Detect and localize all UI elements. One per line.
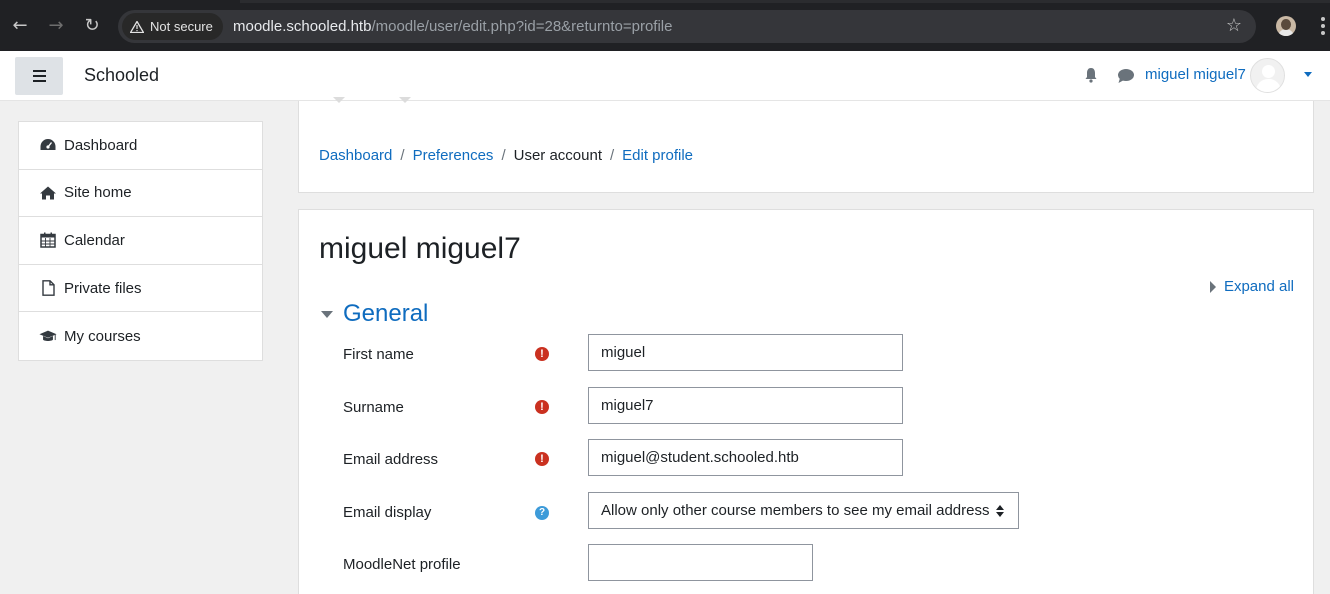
section-general-title: General <box>343 300 429 327</box>
site-navbar: Schooled miguel miguel7 <box>0 51 1330 101</box>
graduation-cap-icon <box>39 330 57 342</box>
breadcrumb-separator: / <box>609 147 615 164</box>
calendar-icon <box>40 232 56 249</box>
nav-item-dashboard[interactable]: Dashboard <box>19 122 262 170</box>
reload-icon[interactable]: ↻ <box>81 15 103 37</box>
bookmark-star-icon[interactable]: ☆ <box>1224 16 1244 36</box>
required-icon: ! <box>535 347 549 361</box>
chevron-down-icon[interactable] <box>1304 72 1312 77</box>
help-icon[interactable]: ? <box>535 506 549 520</box>
breadcrumb-edit-profile[interactable]: Edit profile <box>622 147 693 164</box>
expand-all-link[interactable]: Expand all <box>1209 278 1294 295</box>
page-header: Dashboard / Preferences / User account / Edit … <box>298 97 1314 193</box>
email-field[interactable]: miguel@student.schooled.htb <box>588 439 903 476</box>
page-title: miguel miguel7 <box>319 232 521 265</box>
messages-icon[interactable] <box>1117 68 1135 84</box>
expand-all-label: Expand all <box>1223 278 1294 295</box>
required-icon: ! <box>535 452 549 466</box>
notification-bell-icon[interactable] <box>1083 67 1099 83</box>
email-display-label: Email display <box>343 504 432 521</box>
warning-icon <box>130 20 144 33</box>
surname-field[interactable]: miguel7 <box>588 387 903 424</box>
url-host: moodle.schooled.htb <box>233 18 372 35</box>
select-arrows-icon <box>996 505 1004 517</box>
dashboard-icon <box>40 139 56 151</box>
back-arrow-icon[interactable]: ← <box>9 15 31 37</box>
collapse-caret-icon <box>321 310 333 318</box>
user-avatar[interactable] <box>1250 58 1285 93</box>
nav-list: Dashboard Site home Calendar Private fil… <box>18 121 263 361</box>
email-display-select[interactable]: Allow only other course members to see m… <box>588 492 1019 529</box>
breadcrumb-separator: / <box>400 147 405 164</box>
nav-item-label: My courses <box>64 327 141 345</box>
forward-arrow-icon[interactable]: → <box>45 15 67 37</box>
expand-caret-icon <box>1209 280 1216 293</box>
hamburger-icon <box>33 70 46 72</box>
form-row-email: Email address ! miguel@student.schooled.… <box>343 439 1293 489</box>
form-row-moodlenet: MoodleNet profile <box>343 544 1293 594</box>
file-icon <box>42 280 55 296</box>
breadcrumb-separator: / <box>501 147 506 164</box>
nav-item-label: Site home <box>64 184 132 202</box>
drawer-toggle-button[interactable] <box>15 57 63 95</box>
browser-menu-icon[interactable] <box>1316 17 1330 37</box>
url-text[interactable]: moodle.schooled.htb/moodle/user/edit.php… <box>233 10 672 43</box>
tab-strip <box>0 0 1330 3</box>
edit-profile-card: miguel miguel7 Expand all General First … <box>298 209 1314 594</box>
first-name-field[interactable]: miguel <box>588 334 903 371</box>
nav-item-label: Calendar <box>64 231 125 249</box>
security-indicator[interactable]: Not secure <box>122 13 223 40</box>
security-label: Not secure <box>150 19 213 34</box>
header-decoration <box>333 97 411 103</box>
moodlenet-field[interactable] <box>588 544 813 581</box>
form-row-surname: Surname ! miguel7 <box>343 387 1293 437</box>
url-path: /moodle/user/edit.php?id=28&returnto=pro… <box>371 18 673 35</box>
nav-item-my-courses[interactable]: My courses <box>19 312 262 360</box>
nav-item-label: Private files <box>64 279 142 297</box>
breadcrumb-preferences[interactable]: Preferences <box>413 147 494 164</box>
nav-item-label: Dashboard <box>64 136 138 154</box>
nav-item-calendar[interactable]: Calendar <box>19 217 262 265</box>
email-label: Email address <box>343 451 439 468</box>
form-row-email-display: Email display ? Allow only other course … <box>343 492 1293 542</box>
surname-label: Surname <box>343 399 404 416</box>
breadcrumb-user-account: User account <box>513 147 602 164</box>
user-menu-name[interactable]: miguel miguel7 <box>1145 66 1246 83</box>
address-bar[interactable]: Not secure moodle.schooled.htb/moodle/us… <box>118 10 1256 43</box>
browser-profile-icon[interactable] <box>1276 16 1296 36</box>
breadcrumb-dashboard[interactable]: Dashboard <box>319 147 392 164</box>
breadcrumb: Dashboard / Preferences / User account / Edit … <box>319 147 693 164</box>
first-name-label: First name <box>343 346 414 363</box>
required-icon: ! <box>535 400 549 414</box>
nav-item-private-files[interactable]: Private files <box>19 265 262 313</box>
email-display-value: Allow only other course members to see m… <box>601 502 990 519</box>
moodlenet-label: MoodleNet profile <box>343 556 461 573</box>
browser-chrome: ← → ↻ Not secure moodle.schooled.htb/moo… <box>0 0 1330 51</box>
section-general-toggle[interactable]: General <box>321 300 428 328</box>
home-icon <box>40 186 56 200</box>
form-row-first-name: First name ! miguel <box>343 334 1293 384</box>
nav-item-site-home[interactable]: Site home <box>19 170 262 218</box>
main-region: Dashboard / Preferences / User account / Edit … <box>283 97 1330 594</box>
site-brand[interactable]: Schooled <box>84 65 159 86</box>
nav-drawer: Dashboard Site home Calendar Private fil… <box>0 101 283 594</box>
